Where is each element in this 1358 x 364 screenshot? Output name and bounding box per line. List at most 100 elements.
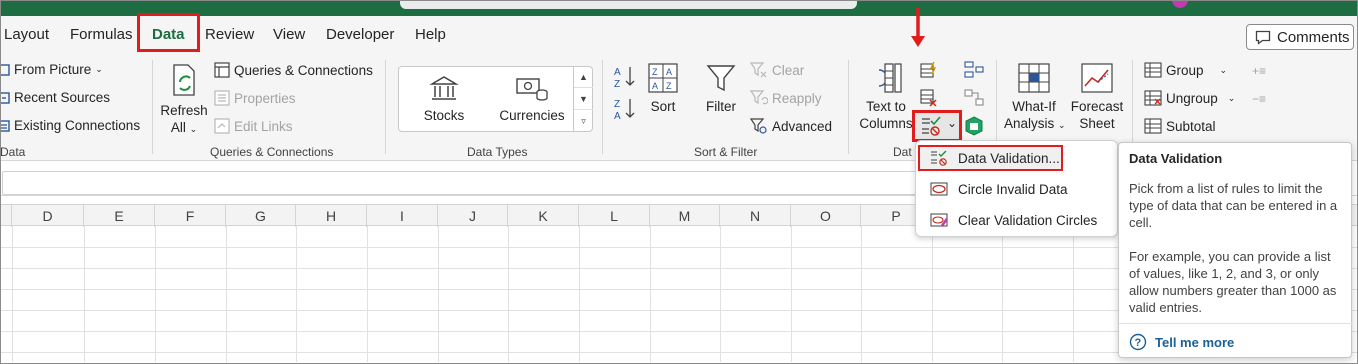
- sort-az-button[interactable]: AZ: [612, 64, 638, 94]
- sort-descending-icon: ZA: [614, 99, 635, 122]
- menu-item-label: Data Validation...: [958, 150, 1060, 166]
- subtotal-icon: [1144, 118, 1162, 134]
- what-if-analysis-button[interactable]: What-If Analysis ⌄: [1004, 62, 1066, 134]
- col-line: [12, 226, 13, 362]
- menu-item-clear-validation-circles[interactable]: Clear Validation Circles: [916, 205, 1119, 235]
- tab-view[interactable]: View: [273, 26, 305, 43]
- col-line: [720, 226, 721, 362]
- column-header[interactable]: E: [84, 205, 155, 227]
- reapply-button[interactable]: Reapply: [750, 90, 822, 106]
- column-header[interactable]: D: [12, 205, 84, 227]
- column-header[interactable]: N: [720, 205, 791, 227]
- group-button[interactable]: Group ⌄: [1144, 62, 1227, 78]
- svg-text:Z: Z: [614, 79, 620, 90]
- remove-duplicates-icon[interactable]: [920, 89, 938, 110]
- more-icon[interactable]: ▿: [574, 110, 593, 132]
- subtotal-button[interactable]: Subtotal: [1144, 118, 1216, 134]
- chevron-up-icon[interactable]: ▲: [574, 66, 593, 88]
- svg-text:A: A: [614, 67, 621, 78]
- column-header[interactable]: K: [508, 205, 579, 227]
- recent-sources-button[interactable]: Recent Sources: [0, 90, 110, 105]
- show-detail-icon[interactable]: +≡: [1252, 64, 1266, 78]
- currencies-button[interactable]: Currencies: [497, 75, 567, 124]
- tell-me-more-link[interactable]: ? Tell me more: [1129, 333, 1234, 351]
- queries-connections-button[interactable]: Queries & Connections: [214, 62, 373, 78]
- svg-text:A: A: [614, 111, 621, 122]
- column-header[interactable]: I: [367, 205, 438, 227]
- sort-za-button[interactable]: ZA: [612, 96, 638, 126]
- tell-me-more-label: Tell me more: [1155, 334, 1235, 350]
- svg-text:Z: Z: [652, 67, 658, 77]
- tab-layout[interactable]: Layout: [4, 26, 49, 43]
- stocks-button[interactable]: Stocks: [419, 75, 469, 124]
- reapply-label: Reapply: [772, 90, 822, 106]
- properties-button[interactable]: Properties: [214, 90, 296, 106]
- data-types-scroll[interactable]: ▲ ▼ ▿: [573, 66, 593, 132]
- column-header-spacer: [0, 205, 12, 227]
- tab-review[interactable]: Review: [205, 26, 254, 43]
- ungroup-button[interactable]: Ungroup ⌄: [1144, 90, 1235, 106]
- sort-ascending-icon: AZ: [614, 67, 635, 90]
- consolidate-icon[interactable]: [964, 61, 984, 82]
- column-header[interactable]: F: [155, 205, 226, 227]
- manage-data-model-icon[interactable]: [964, 116, 984, 139]
- column-header[interactable]: L: [579, 205, 650, 227]
- comments-button[interactable]: Comments: [1246, 24, 1354, 50]
- tooltip-description: Pick from a list of rules to limit the t…: [1129, 181, 1338, 230]
- svg-text:A: A: [652, 81, 658, 91]
- tab-help[interactable]: Help: [415, 26, 446, 43]
- recent-sources-icon: [0, 91, 10, 104]
- menu-item-circle-invalid[interactable]: Circle Invalid Data: [916, 174, 1119, 204]
- sort-button[interactable]: ZAAZ Sort: [646, 62, 680, 115]
- column-header[interactable]: H: [296, 205, 367, 227]
- search-box[interactable]: [400, 0, 857, 9]
- text-to-columns-label: Text to: [866, 99, 906, 114]
- chevron-down-icon: ⌄: [1219, 64, 1228, 75]
- col-line: [861, 226, 862, 362]
- edit-links-button[interactable]: Edit Links: [214, 118, 293, 134]
- from-picture-button[interactable]: From Picture ⌄: [0, 62, 103, 77]
- connections-icon: [0, 119, 10, 132]
- edit-links-label: Edit Links: [234, 118, 293, 134]
- group-label: Group: [1166, 62, 1204, 78]
- group-divider: [1132, 60, 1133, 154]
- text-to-columns-button[interactable]: Text to Columns: [858, 62, 914, 132]
- column-header[interactable]: O: [791, 205, 861, 227]
- column-header[interactable]: M: [650, 205, 720, 227]
- chevron-down-icon: ⌄: [95, 64, 103, 74]
- flash-fill-icon[interactable]: [920, 61, 938, 82]
- clear-filter-button[interactable]: Clear: [750, 62, 804, 78]
- data-tab-highlight: [137, 13, 200, 52]
- tab-developer[interactable]: Developer: [326, 26, 394, 43]
- data-validation-tooltip: Data Validation Pick from a list of rule…: [1118, 142, 1353, 358]
- filter-button[interactable]: Filter: [700, 62, 742, 115]
- hide-detail-icon[interactable]: −≡: [1252, 92, 1266, 106]
- text-to-columns-icon: [878, 63, 902, 93]
- existing-connections-button[interactable]: Existing Connections: [0, 118, 140, 133]
- col-line: [84, 226, 85, 362]
- reapply-icon: [750, 90, 768, 105]
- comments-label: Comments: [1277, 28, 1350, 46]
- forecast-sheet-button[interactable]: Forecast Sheet: [1070, 62, 1124, 132]
- relationships-icon[interactable]: [964, 89, 984, 110]
- chevron-down-icon: ⌄: [947, 116, 958, 130]
- red-arrow-icon: [911, 8, 925, 47]
- refresh-label: Refresh: [160, 103, 208, 118]
- menu-item-label: Circle Invalid Data: [958, 181, 1068, 197]
- refresh-all-button[interactable]: Refresh All ⌄: [160, 62, 208, 138]
- column-header[interactable]: J: [438, 205, 508, 227]
- col-line: [367, 226, 368, 362]
- avatar[interactable]: [1172, 0, 1188, 8]
- column-header[interactable]: G: [226, 205, 296, 227]
- filter-label: Filter: [706, 99, 736, 114]
- menu-item-data-validation[interactable]: Data Validation...: [918, 145, 1063, 171]
- advanced-filter-button[interactable]: Advanced: [750, 118, 832, 134]
- text-to-columns-label-2: Columns: [859, 116, 913, 131]
- chevron-down-icon[interactable]: ▼: [574, 88, 593, 110]
- currencies-label: Currencies: [499, 108, 565, 123]
- data-validation-button[interactable]: ⌄: [912, 110, 962, 142]
- group-divider: [152, 60, 153, 154]
- bank-icon: [429, 76, 459, 100]
- tab-formulas[interactable]: Formulas: [70, 26, 133, 43]
- data-types-gallery: Stocks Currencies: [398, 66, 593, 132]
